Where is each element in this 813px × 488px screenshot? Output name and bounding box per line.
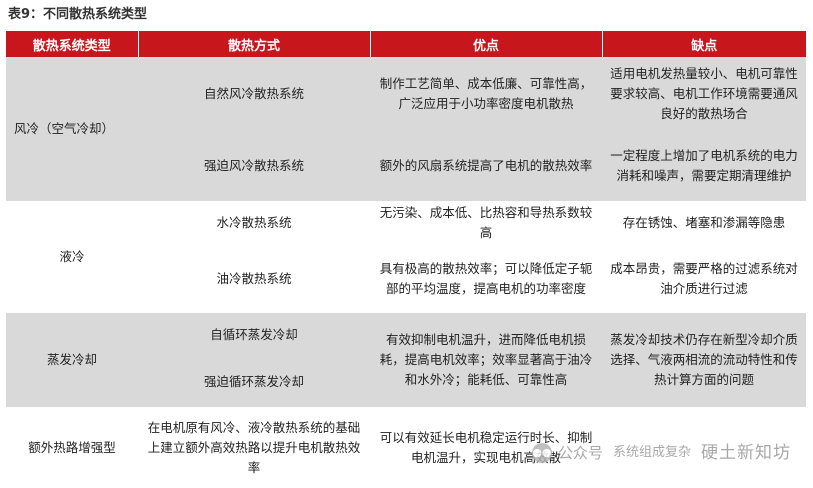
cell-cons: 蒸发冷却技术仍存在新型冷却介质选择、气液两相流的流动特性和传热计算方面的问题 — [602, 313, 806, 407]
header-type: 散热系统类型 — [6, 31, 139, 57]
table-header-row: 散热系统类型 散热方式 优点 缺点 — [6, 31, 806, 57]
cell-type-extra: 额外热路增强型 — [28, 440, 116, 455]
cell-pros: 额外的风扇系统提高了电机的散热效率 — [370, 131, 602, 201]
cell-cons: 成本昂贵，需要严格的过滤系统对油介质进行过滤 — [610, 261, 798, 296]
cell-method: 水冷散热系统 — [216, 215, 292, 230]
cell-cons: 适用电机发热量较小、电机可靠性要求较高、电机工作环境需要通风良好的散热场合 — [602, 57, 806, 131]
cell-pros: 制作工艺简单、成本低廉、可靠性高，广泛应用于小功率密度电机散热 — [370, 57, 602, 131]
watermark-brand: 硬土新知坊 — [701, 443, 791, 463]
cell-method: 强迫循环蒸发冷却 — [138, 357, 370, 407]
cell-type-liquid: 液冷 — [59, 249, 85, 264]
cell-cons: 一定程度上增加了电机系统的电力消耗和噪声，需要定期清理维护 — [602, 131, 806, 201]
cell-pros: 无污染、成本低、比热容和导热系数较高 — [379, 205, 593, 240]
header-cons: 缺点 — [602, 31, 806, 57]
cell-pros: 具有极高的散热效率；可以降低定子轭部的平均温度，提高电机的功率密度 — [379, 261, 593, 296]
wechat-icon: ●● — [531, 443, 552, 463]
table-row: 风冷（空气冷却） 自然风冷散热系统 制作工艺简单、成本低廉、可靠性高，广泛应用于… — [6, 57, 806, 201]
cell-method: 在电机原有风冷、液冷散热系统的基础上建立额外高效热路以提升电机散热效率 — [147, 420, 361, 475]
cell-pros: 有效抑制电机温升，进而降低电机损耗，提高电机效率；效率显著高于油冷和水外冷；能耗… — [370, 313, 602, 407]
cooling-systems-table: 散热系统类型 散热方式 优点 缺点 风冷（空气冷却） 自然风冷散热系统 制作工艺… — [6, 31, 806, 485]
cell-cons: 存在锈蚀、堵塞和渗漏等隐患 — [622, 215, 786, 230]
table-caption: 表9：不同散热系统类型 — [8, 7, 148, 22]
cell-method: 自循环蒸发冷却 — [138, 313, 370, 357]
cell-method: 油冷散热系统 — [216, 271, 292, 286]
table-row: 蒸发冷却 自循环蒸发冷却 有效抑制电机温升，进而降低电机损耗，提高电机效率；效率… — [6, 313, 806, 407]
cell-method: 强迫风冷散热系统 — [138, 131, 370, 201]
cell-type-evap: 蒸发冷却 — [6, 313, 138, 407]
watermark-label: 公众号 — [557, 444, 603, 462]
header-method: 散热方式 — [138, 31, 371, 57]
table-row: 液冷 水冷散热系统 无污染、成本低、比热容和导热系数较高 存在锈蚀、堵塞和渗漏等… — [6, 201, 806, 264]
header-pros: 优点 — [370, 31, 603, 57]
watermark-cons-text: 系统组成复杂 — [612, 445, 691, 460]
cell-method: 自然风冷散热系统 — [138, 57, 370, 131]
watermark: ●● 公众号 系统组成复杂 硬土新知坊 — [531, 438, 791, 468]
cell-type-air: 风冷（空气冷却） — [6, 57, 138, 201]
